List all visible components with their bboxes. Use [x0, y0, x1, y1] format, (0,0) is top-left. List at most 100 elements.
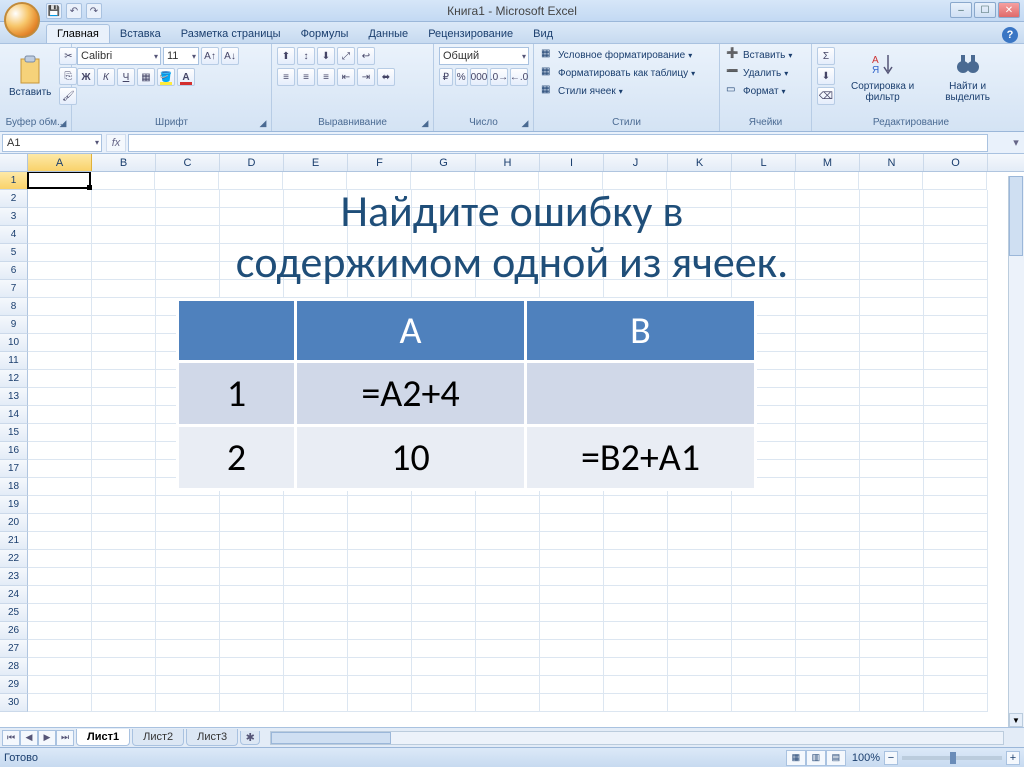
fill-color-icon[interactable]: 🪣: [157, 68, 175, 86]
cell[interactable]: [860, 568, 924, 586]
cell[interactable]: [412, 586, 476, 604]
col-header-M[interactable]: M: [796, 154, 860, 171]
format-cells-button[interactable]: ▭Формат▾: [725, 83, 806, 99]
cell[interactable]: [28, 676, 92, 694]
cell[interactable]: [476, 658, 540, 676]
cell[interactable]: [924, 622, 988, 640]
cell[interactable]: [28, 316, 92, 334]
col-header-D[interactable]: D: [220, 154, 284, 171]
cell[interactable]: [412, 550, 476, 568]
cell[interactable]: [156, 550, 220, 568]
cell[interactable]: [924, 676, 988, 694]
row-header[interactable]: 14: [0, 406, 28, 424]
cell[interactable]: [732, 496, 796, 514]
cell[interactable]: [796, 658, 860, 676]
percent-icon[interactable]: %: [455, 68, 469, 86]
cell[interactable]: [476, 676, 540, 694]
cell[interactable]: [604, 676, 668, 694]
cell[interactable]: [92, 388, 156, 406]
paste-button[interactable]: Вставить: [5, 47, 55, 105]
cell[interactable]: [668, 658, 732, 676]
cell[interactable]: [796, 388, 860, 406]
cell[interactable]: [924, 298, 988, 316]
cell[interactable]: [668, 622, 732, 640]
cell[interactable]: [796, 334, 860, 352]
cell[interactable]: [476, 550, 540, 568]
cell[interactable]: [860, 496, 924, 514]
cell[interactable]: [924, 442, 988, 460]
cell[interactable]: [284, 676, 348, 694]
row-header[interactable]: 13: [0, 388, 28, 406]
cell[interactable]: [924, 604, 988, 622]
scroll-down-icon[interactable]: ▼: [1009, 713, 1023, 727]
cell[interactable]: [796, 586, 860, 604]
row-header[interactable]: 24: [0, 586, 28, 604]
cell[interactable]: [284, 514, 348, 532]
cell[interactable]: [92, 298, 156, 316]
cell[interactable]: [924, 532, 988, 550]
indent-decrease-icon[interactable]: ⇤: [337, 68, 355, 86]
cell[interactable]: [796, 496, 860, 514]
cell[interactable]: [860, 586, 924, 604]
col-header-J[interactable]: J: [604, 154, 668, 171]
cell[interactable]: [284, 694, 348, 712]
cell[interactable]: [412, 604, 476, 622]
cell[interactable]: [604, 694, 668, 712]
col-header-K[interactable]: K: [668, 154, 732, 171]
cell[interactable]: [284, 658, 348, 676]
cell[interactable]: [412, 676, 476, 694]
cell[interactable]: [156, 658, 220, 676]
cell[interactable]: [860, 694, 924, 712]
cell[interactable]: [732, 640, 796, 658]
align-top-icon[interactable]: ⬆: [277, 47, 295, 65]
cell[interactable]: [924, 316, 988, 334]
cell[interactable]: [924, 406, 988, 424]
row-header[interactable]: 15: [0, 424, 28, 442]
cell[interactable]: [476, 496, 540, 514]
cell[interactable]: [796, 532, 860, 550]
cell[interactable]: [924, 694, 988, 712]
sheet-tab-2[interactable]: Лист2: [132, 729, 184, 746]
cell[interactable]: [924, 388, 988, 406]
cell[interactable]: [604, 514, 668, 532]
cell[interactable]: [28, 532, 92, 550]
cell[interactable]: [220, 694, 284, 712]
cell[interactable]: [732, 586, 796, 604]
cell[interactable]: [92, 496, 156, 514]
cell[interactable]: [732, 694, 796, 712]
cell[interactable]: [604, 586, 668, 604]
wrap-text-icon[interactable]: ↩: [357, 47, 375, 65]
cell[interactable]: [92, 550, 156, 568]
cell[interactable]: [540, 604, 604, 622]
cell[interactable]: [348, 604, 412, 622]
col-header-L[interactable]: L: [732, 154, 796, 171]
cell[interactable]: [92, 442, 156, 460]
cell[interactable]: [860, 532, 924, 550]
clipboard-launcher-icon[interactable]: ◢: [57, 117, 69, 129]
cell[interactable]: [92, 658, 156, 676]
cell[interactable]: [604, 550, 668, 568]
cell[interactable]: [92, 532, 156, 550]
cell[interactable]: [476, 568, 540, 586]
cell[interactable]: [540, 496, 604, 514]
cell[interactable]: [220, 640, 284, 658]
sheet-nav-first-icon[interactable]: ⏮: [2, 730, 20, 746]
cell[interactable]: [732, 622, 796, 640]
format-as-table-button[interactable]: ▦Форматировать как таблицу▾: [539, 65, 714, 81]
tab-home[interactable]: Главная: [46, 24, 110, 43]
cell[interactable]: [92, 478, 156, 496]
alignment-launcher-icon[interactable]: ◢: [419, 117, 431, 129]
cell[interactable]: [796, 352, 860, 370]
zoom-thumb[interactable]: [950, 752, 956, 764]
number-format-select[interactable]: Общий▾: [439, 47, 529, 65]
shrink-font-icon[interactable]: A↓: [221, 47, 239, 65]
cell[interactable]: [348, 568, 412, 586]
cell[interactable]: [28, 478, 92, 496]
grow-font-icon[interactable]: A↑: [201, 47, 219, 65]
cell[interactable]: [284, 532, 348, 550]
cell[interactable]: [796, 676, 860, 694]
cell[interactable]: [604, 568, 668, 586]
cell[interactable]: [28, 388, 92, 406]
row-header[interactable]: 17: [0, 460, 28, 478]
cell[interactable]: [860, 514, 924, 532]
